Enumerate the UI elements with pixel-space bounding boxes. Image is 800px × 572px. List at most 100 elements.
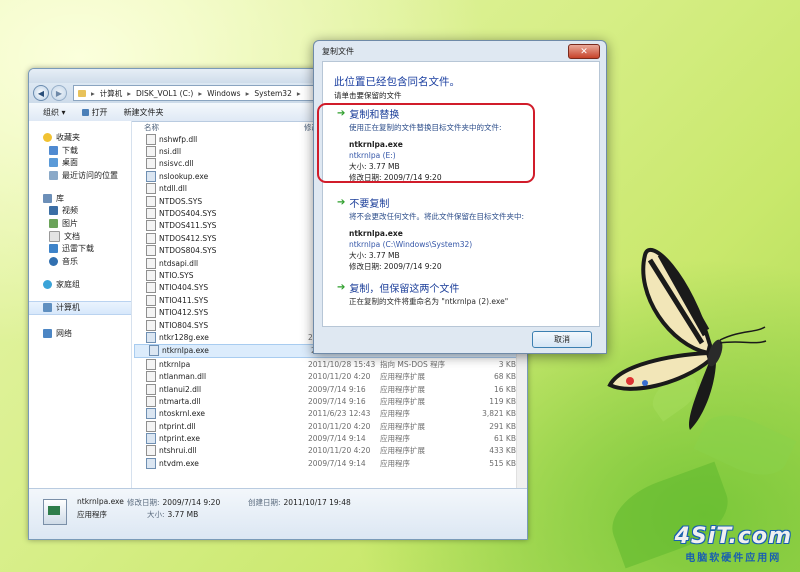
file-name-cell: NTIO404.SYS bbox=[132, 282, 308, 294]
nav-videos[interactable]: 视频 bbox=[29, 204, 131, 217]
file-row[interactable]: ntshrui.dll 2010/11/20 4:20 应用程序扩展 433 KB bbox=[132, 445, 527, 457]
file-name: ntdsapi.dll bbox=[159, 258, 199, 268]
sys-file-icon bbox=[146, 195, 156, 207]
nav-downloads[interactable]: 下载 bbox=[29, 144, 131, 157]
file-date: 2011/6/23 12:43 bbox=[308, 409, 371, 419]
nav-libraries[interactable]: 库 bbox=[29, 192, 131, 205]
nav-item-label: 视频 bbox=[62, 206, 78, 216]
file-size: 515 KB bbox=[489, 458, 516, 468]
nav-homegroup[interactable]: 家庭组 bbox=[29, 278, 131, 291]
file-name-cell: NTIO411.SYS bbox=[132, 294, 308, 306]
file-name: ntlanui2.dll bbox=[159, 384, 202, 394]
organize-button[interactable]: 组织 ▾ bbox=[43, 107, 66, 118]
nav-favorites[interactable]: 收藏夹 bbox=[29, 131, 131, 144]
dll-file-icon bbox=[146, 146, 156, 158]
option-dont-copy[interactable]: ➔ 不要复制 将不会更改任何文件。将此文件保留在目标文件夹中: ntkrnlpa… bbox=[337, 195, 587, 272]
highlight-annotation bbox=[317, 103, 535, 183]
file-name-cell: nsi.dll bbox=[132, 146, 308, 158]
file-name: ntkrnlpa.exe bbox=[162, 346, 209, 356]
homegroup-icon bbox=[43, 279, 52, 289]
nav-pictures[interactable]: 图片 bbox=[29, 217, 131, 230]
option-copy-keep-both[interactable]: ➔ 复制，但保留这两个文件 正在复制的文件将重命名为 "ntkrnlpa (2)… bbox=[337, 280, 587, 307]
breadcrumb-drive[interactable]: DISK_VOL1 (C:) bbox=[136, 89, 193, 98]
file-row[interactable]: ntlanman.dll 2010/11/20 4:20 应用程序扩展 68 KB bbox=[132, 370, 527, 383]
nav-computer[interactable]: 计算机 bbox=[29, 300, 131, 316]
file-name-cell: NTDOS404.SYS bbox=[132, 208, 308, 220]
file-size: 3 KB bbox=[498, 359, 516, 369]
file-row[interactable]: ntprint.exe 2009/7/14 9:14 应用程序 61 KB bbox=[132, 432, 527, 445]
file-name: NTIO411.SYS bbox=[159, 295, 209, 305]
details-modified-value: 2009/7/14 9:20 bbox=[162, 498, 221, 507]
nav-documents[interactable]: 文档 bbox=[29, 230, 131, 243]
nav-item-label: 迅雷下载 bbox=[62, 244, 94, 254]
file-name: NTDOS404.SYS bbox=[159, 209, 217, 219]
library-icon bbox=[43, 193, 52, 203]
dll-file-icon bbox=[146, 358, 156, 370]
column-name-header[interactable]: 名称 bbox=[132, 122, 304, 133]
sys-file-icon bbox=[146, 307, 156, 319]
nav-item-label: 最近访问的位置 bbox=[62, 170, 118, 180]
file-row[interactable]: ntvdm.exe 2009/7/14 9:14 应用程序 515 KB bbox=[132, 457, 527, 469]
file-name-cell: NTDOS412.SYS bbox=[132, 232, 308, 244]
file-name-cell: ntshrui.dll bbox=[132, 445, 308, 457]
close-button[interactable]: ✕ bbox=[568, 44, 600, 59]
file-date: 2009/7/14 9:16 bbox=[308, 384, 366, 394]
nav-desktop[interactable]: 桌面 bbox=[29, 156, 131, 169]
open-button[interactable]: 打开 bbox=[81, 107, 108, 118]
download-folder-icon bbox=[49, 145, 58, 155]
option-skip-desc: 将不会更改任何文件。将此文件保留在目标文件夹中: bbox=[349, 212, 525, 221]
file-name: ntoskrnl.exe bbox=[159, 409, 206, 419]
file-name: NTIO404.SYS bbox=[159, 283, 209, 293]
forward-button[interactable]: ▶ bbox=[51, 85, 67, 101]
nav-network-label: 网络 bbox=[56, 329, 72, 339]
exe-file-icon bbox=[146, 457, 156, 469]
file-name-cell: ntkrnlpa bbox=[132, 358, 308, 370]
file-name: NTDOS412.SYS bbox=[159, 233, 217, 243]
dll-file-icon bbox=[146, 395, 156, 407]
file-name-cell: ntkr128g.exe bbox=[132, 331, 308, 343]
file-row[interactable]: ntlanui2.dll 2009/7/14 9:16 应用程序扩展 16 KB bbox=[132, 383, 527, 395]
file-row[interactable]: ntkrnlpa 2011/10/28 15:43 指向 MS-DOS 程序 3 KB bbox=[132, 358, 527, 370]
file-name: ntprint.exe bbox=[159, 434, 201, 444]
exe-file-icon bbox=[146, 433, 156, 445]
file-name-cell: ntmarta.dll bbox=[132, 395, 308, 407]
recent-places-icon bbox=[49, 170, 58, 180]
file-name-cell: NTDOS411.SYS bbox=[132, 220, 308, 232]
file-date: 2009/7/14 9:14 bbox=[308, 458, 366, 468]
file-size: 3,821 KB bbox=[482, 409, 516, 419]
cancel-button[interactable]: 取消 bbox=[532, 331, 592, 348]
breadcrumb-computer[interactable]: 计算机 bbox=[100, 88, 123, 99]
nav-thunder-downloads[interactable]: 迅雷下载 bbox=[29, 243, 131, 256]
breadcrumb-system32[interactable]: System32 bbox=[254, 89, 292, 98]
nav-music[interactable]: 音乐 bbox=[29, 255, 131, 268]
file-date: 2009/7/14 9:16 bbox=[308, 396, 366, 406]
dll-file-icon bbox=[146, 371, 156, 383]
file-name-cell: nslookup.exe bbox=[132, 170, 308, 182]
file-name-cell: ntdsapi.dll bbox=[132, 257, 308, 269]
breadcrumb-windows[interactable]: Windows bbox=[207, 89, 240, 98]
new-folder-button[interactable]: 新建文件夹 bbox=[124, 107, 164, 118]
file-name: NTDOS411.SYS bbox=[159, 221, 217, 231]
back-button[interactable]: ◀ bbox=[33, 85, 49, 101]
file-row[interactable]: ntmarta.dll 2009/7/14 9:16 应用程序扩展 119 KB bbox=[132, 395, 527, 407]
file-name-cell: ntkrnlpa.exe bbox=[135, 345, 311, 357]
option-skip-title: ➔ 不要复制 bbox=[337, 195, 587, 210]
file-name: NTDOS804.SYS bbox=[159, 246, 217, 256]
computer-icon bbox=[43, 303, 52, 313]
exe-file-icon bbox=[149, 345, 159, 357]
documents-icon bbox=[49, 230, 60, 242]
details-created-label: 创建日期: bbox=[248, 498, 281, 507]
file-row[interactable]: ntprint.dll 2010/11/20 4:20 应用程序扩展 291 KB bbox=[132, 420, 527, 432]
option-keep-both-title-text: 复制，但保留这两个文件 bbox=[349, 284, 460, 295]
sys-file-icon bbox=[146, 208, 156, 220]
nav-network[interactable]: 网络 bbox=[29, 327, 131, 340]
nav-item-label: 下载 bbox=[62, 145, 78, 155]
file-name: ntprint.dll bbox=[159, 421, 196, 431]
file-row[interactable]: ntoskrnl.exe 2011/6/23 12:43 应用程序 3,821 KB bbox=[132, 408, 527, 420]
file-size: 433 KB bbox=[489, 446, 516, 456]
file-name: NTIO804.SYS bbox=[159, 320, 209, 330]
breadcrumb-separator: ▸ bbox=[91, 88, 95, 98]
file-name: nslookup.exe bbox=[159, 171, 209, 181]
nav-recent-places[interactable]: 最近访问的位置 bbox=[29, 169, 131, 182]
file-date: 2011/10/28 15:43 bbox=[308, 359, 376, 369]
